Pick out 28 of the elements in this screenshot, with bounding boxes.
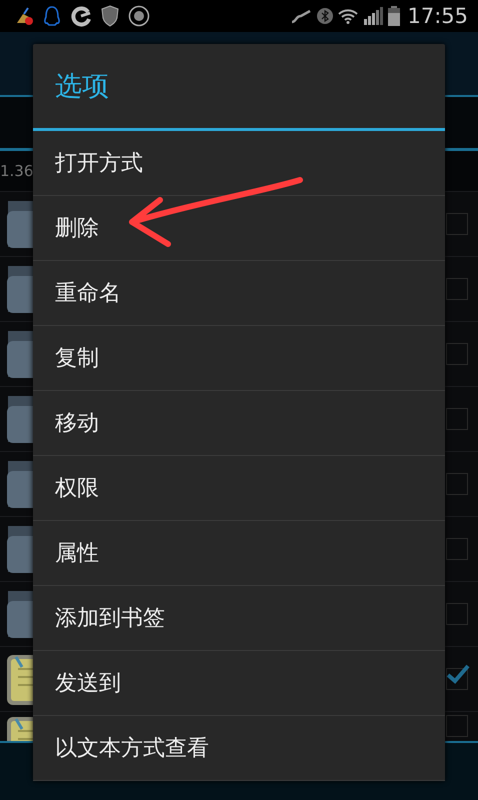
bluetooth-icon [317, 8, 334, 24]
menu-item[interactable]: 移动 [33, 391, 445, 456]
menu-item[interactable]: 重命名 [33, 261, 445, 326]
menu-item[interactable]: 打开方式 [33, 131, 445, 196]
menu-item[interactable]: 以文本方式查看 [33, 716, 445, 781]
checkbox[interactable] [446, 715, 468, 737]
clock: 17:55 [407, 4, 468, 28]
dialog-title: 选项 [54, 70, 110, 104]
checkbox[interactable] [446, 538, 468, 560]
checkbox[interactable] [446, 278, 468, 300]
path-text: 1.36 [0, 162, 34, 180]
menu-item[interactable]: 权限 [33, 456, 445, 521]
menu-item[interactable]: 删除 [33, 196, 445, 261]
shield-icon [101, 5, 119, 27]
menu-item[interactable]: 添加到书签 [33, 586, 445, 651]
wifi-icon [338, 8, 358, 24]
battery-icon [388, 6, 400, 26]
menu-item[interactable]: 发送到 [33, 651, 445, 716]
checkbox[interactable] [446, 408, 468, 430]
checkbox[interactable] [446, 343, 468, 365]
menu-item[interactable]: 复制 [33, 326, 445, 391]
menu-item[interactable]: 属性 [33, 521, 445, 586]
refresh-icon [70, 5, 92, 27]
penguin-icon [43, 5, 61, 27]
checkbox[interactable] [446, 473, 468, 495]
checkbox[interactable] [446, 603, 468, 625]
signal-icon [363, 7, 384, 25]
checkbox[interactable] [446, 213, 468, 235]
